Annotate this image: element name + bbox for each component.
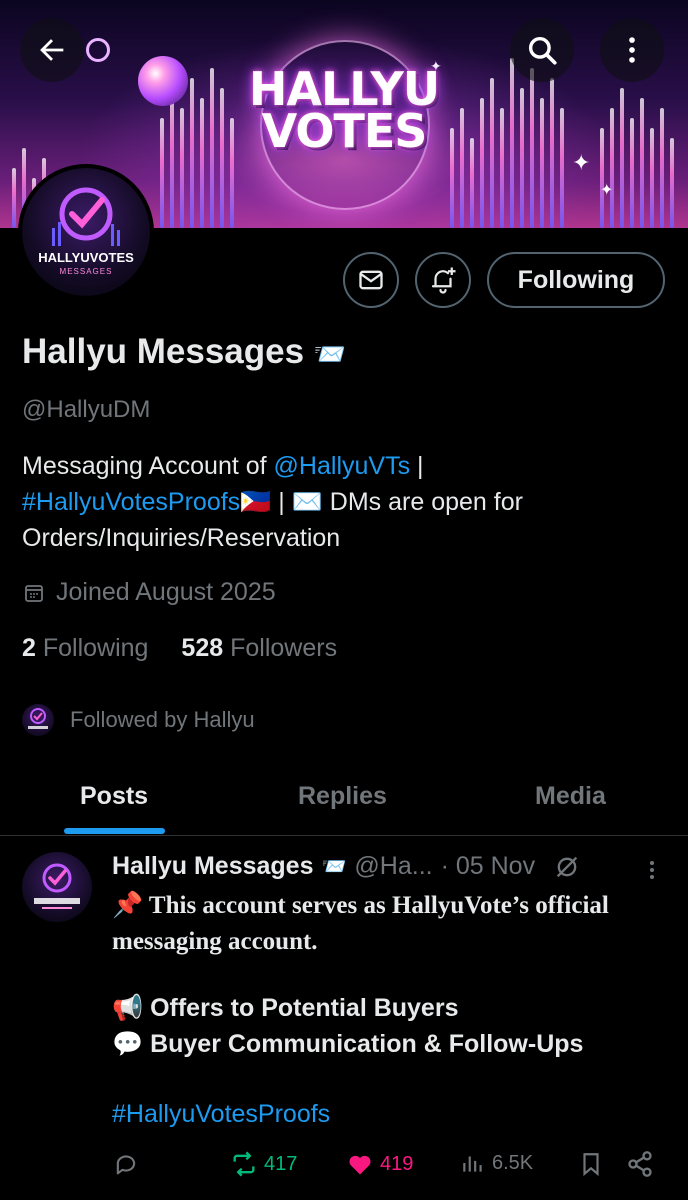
post-more-button[interactable] [640,856,664,889]
share-button[interactable] [626,1150,654,1178]
bookmark-button[interactable] [578,1150,604,1178]
mail-emoji-icon: ✉️ [291,488,323,516]
like-button[interactable]: 419 [346,1150,413,1178]
post-offer-line: 📢 Offers to Potential Buyers [112,994,459,1022]
following-count: 2 [22,634,36,662]
envelope-emoji-icon: 📨 [321,856,347,878]
post-header: Hallyu Messages 📨 @Ha... · 05 Nov [112,852,581,881]
profile-name: Hallyu Messages 📨 [22,332,346,372]
bio-separator: | [271,488,292,516]
vote-check-logo-icon [28,708,48,729]
active-tab-indicator [64,828,165,834]
followed-by[interactable]: Followed by Hallyu [22,704,255,736]
reply-icon [116,1155,136,1175]
profile-handle: @HallyuDM [22,396,151,423]
post-hashtag-link[interactable]: #HallyuVotesProofs [112,1100,330,1129]
followed-by-text: Followed by Hallyu [70,707,255,732]
following-button[interactable]: Following [487,252,665,308]
notifications-button[interactable] [415,252,471,308]
followers-label: Followers [230,634,338,662]
following-stat[interactable]: 2 Following [22,634,148,662]
following-label: Following [42,634,149,662]
tab-posts[interactable]: Posts [80,782,148,811]
more-options-button[interactable] [600,18,664,82]
repost-icon [233,1151,255,1177]
post-line: 📌 This account serves as HallyuVote’s of… [112,892,609,919]
grok-icon[interactable] [553,853,581,881]
bio-text: DMs are open for [322,488,523,516]
flag-icon: 🇵🇭 [240,488,272,516]
envelope-icon [359,270,383,290]
post-communication-line: 💬 Buyer Communication & Follow-Ups [112,1030,584,1058]
bio-mention-link[interactable]: @HallyuVTs [274,452,411,480]
follow-stats: 2 Following 528 Followers [22,634,337,663]
profile-avatar[interactable]: HALLYUVOTES MESSAGES [18,164,154,300]
joined-date: Joined August 2025 [22,578,276,607]
vote-check-logo-icon [34,863,80,909]
like-count: 419 [380,1152,414,1175]
post-avatar[interactable] [22,852,92,922]
post-text: 📌 This account serves as HallyuVote’s of… [112,888,662,960]
post-date[interactable]: · 05 Nov [441,852,535,881]
search-button[interactable] [510,18,574,82]
more-vertical-icon [650,861,654,879]
tab-media[interactable]: Media [535,782,606,811]
avatar-sub: MESSAGES [59,267,113,276]
search-icon [528,36,557,65]
tab-replies[interactable]: Replies [298,782,387,811]
reply-button[interactable] [112,1150,140,1178]
banner-ring [86,38,110,62]
sparkle-icon: ✦ [600,182,614,199]
profile-tabs: Posts Replies Media [0,764,688,836]
share-icon [628,1151,652,1177]
post-handle[interactable]: @Ha... [354,852,432,881]
followers-stat[interactable]: 528 Followers [181,634,337,662]
message-button[interactable] [343,252,399,308]
joined-text: Joined August 2025 [56,578,276,606]
arrow-left-icon [40,39,64,61]
heart-icon [349,1155,371,1175]
bookmark-icon [583,1153,599,1177]
bio-text: Orders/Inquiries/Reservation [22,524,341,552]
more-vertical-icon [629,37,635,63]
analytics-icon [463,1156,482,1172]
post-line: messaging account. [112,928,318,955]
post-author[interactable]: Hallyu Messages [112,852,314,881]
avatar-brand: HALLYUVOTES [38,250,134,265]
profile-bio: Messaging Account of @HallyuVTs | #Hally… [22,448,662,556]
repost-button[interactable]: 417 [230,1150,297,1178]
followers-count: 528 [181,634,224,662]
bio-separator: | [410,452,424,480]
bio-hashtag-link[interactable]: #HallyuVotesProofs [22,488,240,516]
back-button[interactable] [20,18,84,82]
banner-title-line2: VOTES [261,104,428,158]
calendar-icon [25,584,43,602]
follower-avatar [22,704,54,736]
envelope-emoji-icon: 📨 [313,339,347,369]
bell-plus-icon [431,267,456,294]
vote-check-logo-icon [52,187,120,246]
views-count: 6.5K [492,1151,534,1174]
profile-name-text: Hallyu Messages [22,332,305,371]
views-button[interactable]: 6.5K [460,1150,533,1176]
repost-count: 417 [264,1152,298,1175]
bio-text: Messaging Account of [22,452,274,480]
